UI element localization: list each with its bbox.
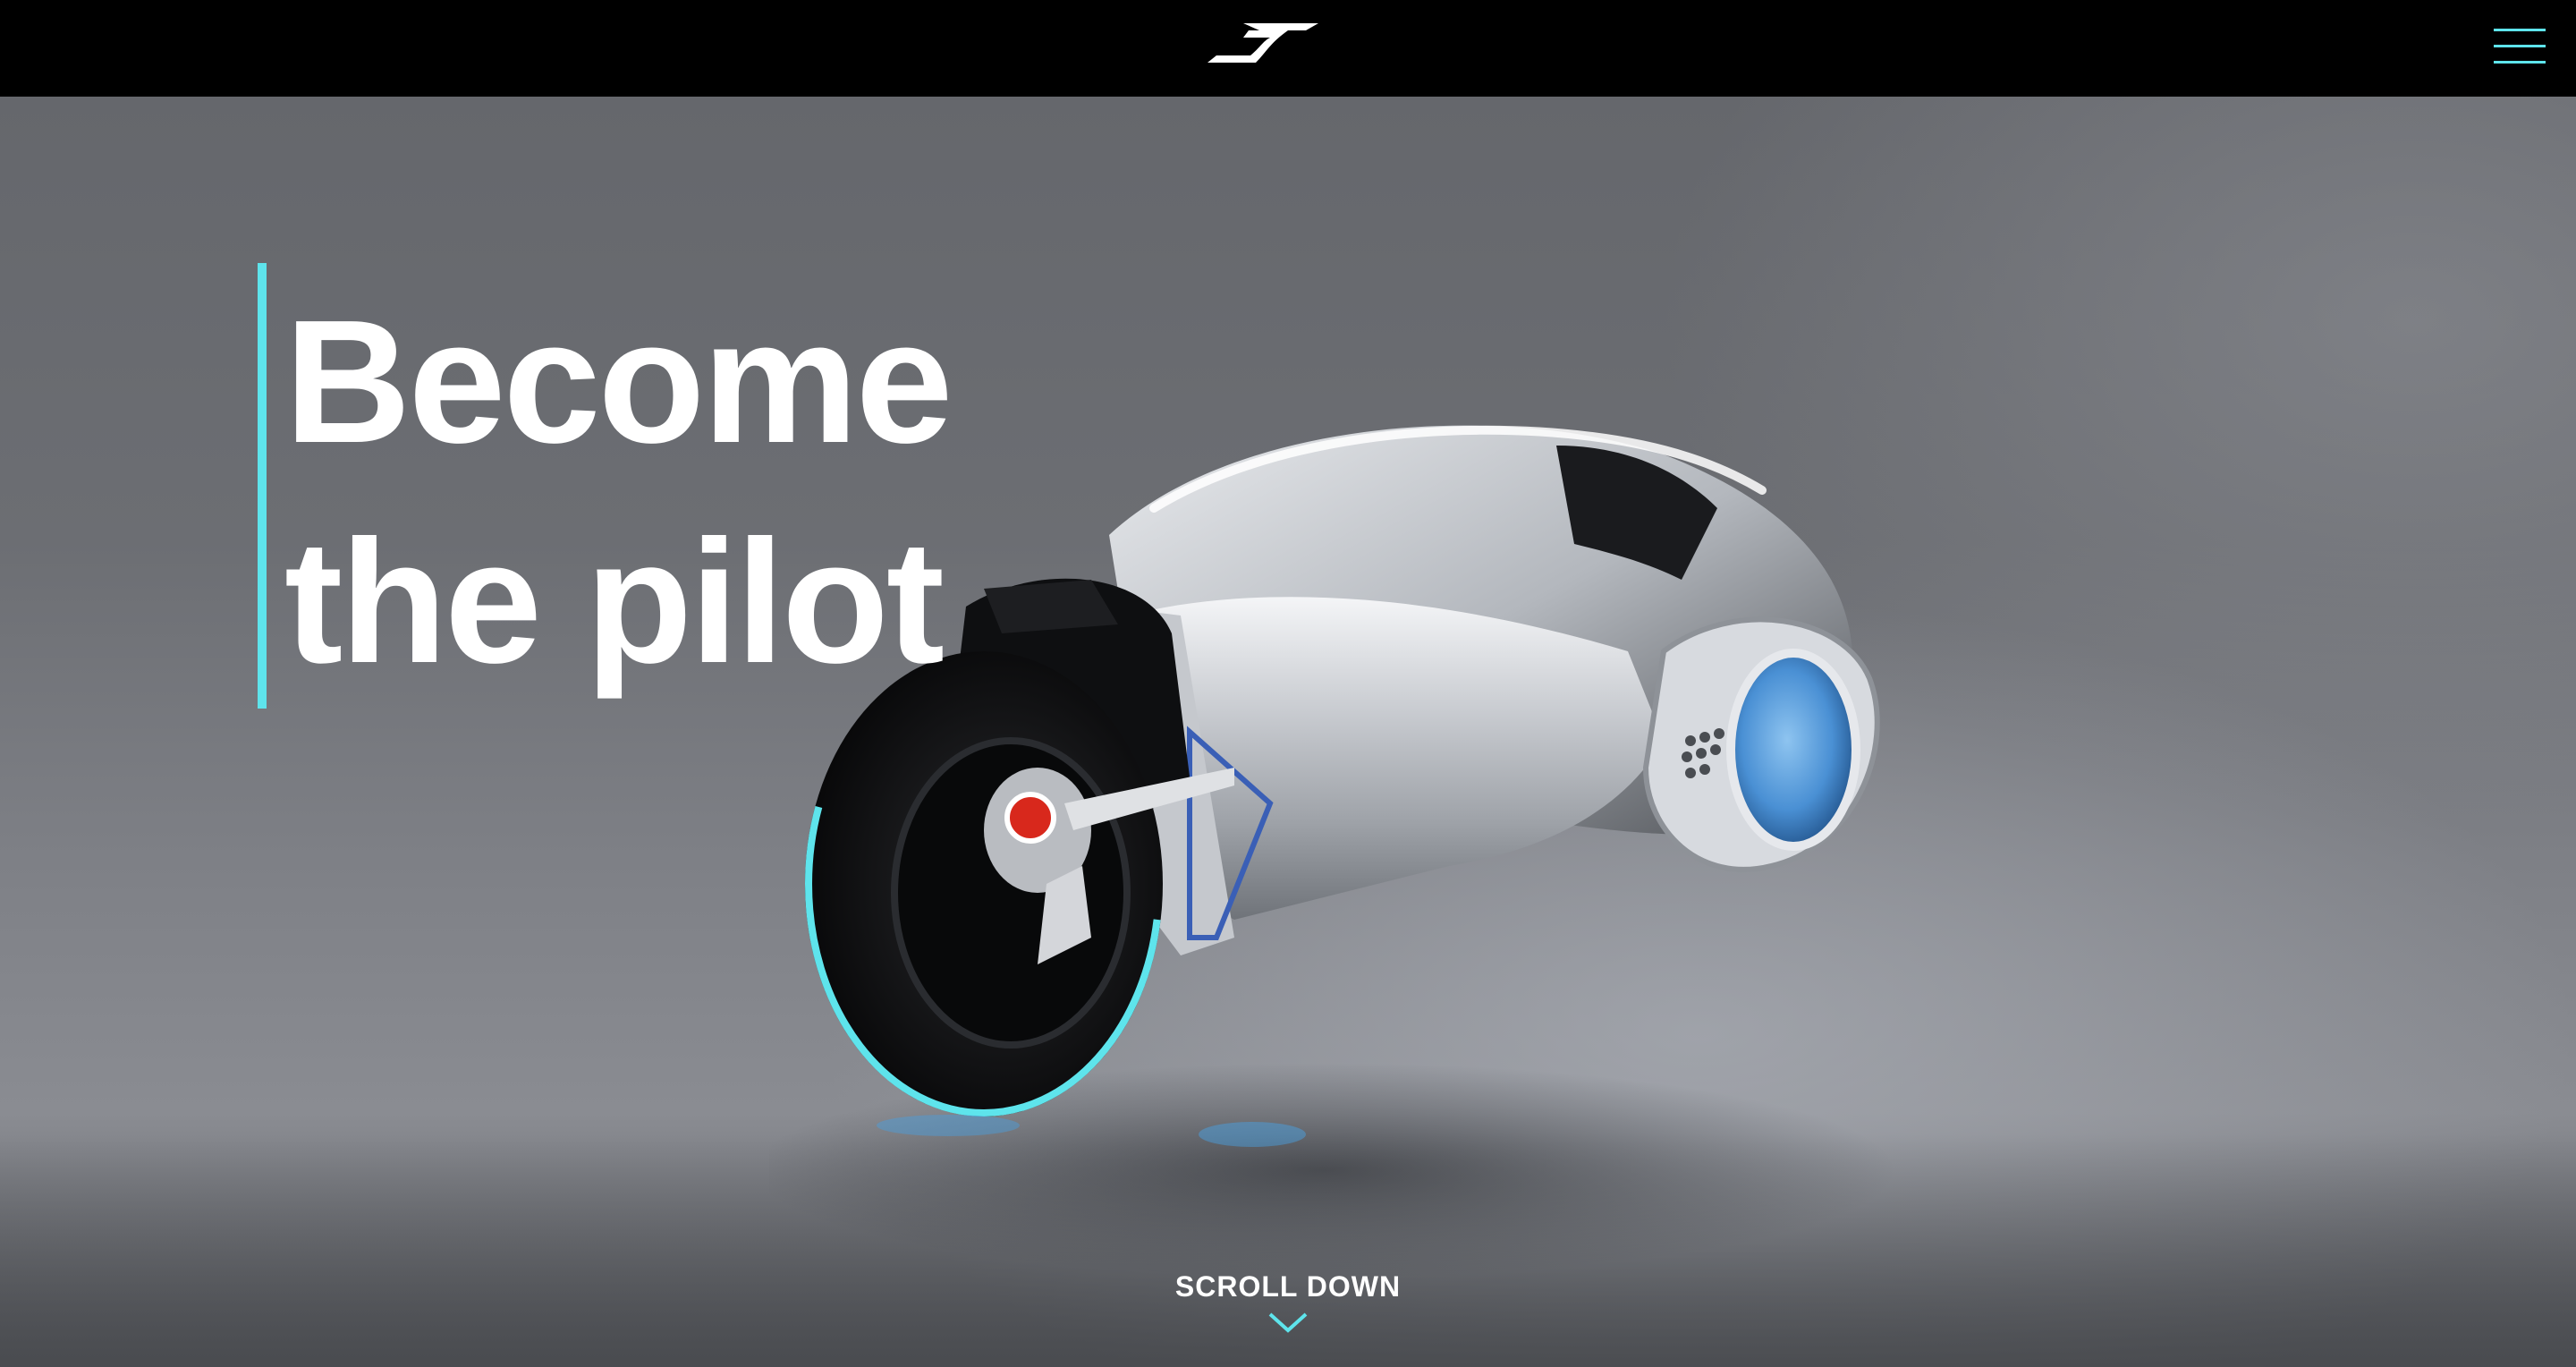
menu-line	[2494, 45, 2546, 47]
headline-line-2: the pilot	[284, 504, 945, 700]
top-navigation-bar	[0, 0, 2576, 97]
scroll-down-label: SCROLL DOWN	[1174, 1270, 1402, 1303]
landing-page: Become the pilot SCROLL DOWN	[0, 0, 2576, 1367]
hero-section: Become the pilot SCROLL DOWN	[0, 97, 2576, 1367]
menu-line	[2494, 61, 2546, 64]
hamburger-menu-icon[interactable]	[2492, 23, 2549, 70]
headline-line-1: Become	[284, 284, 953, 480]
brand-logo-icon[interactable]	[1208, 21, 1318, 70]
scroll-down-button[interactable]: SCROLL DOWN	[1154, 1270, 1422, 1336]
headline-accent-bar	[258, 263, 267, 709]
chevron-down-icon	[1268, 1312, 1308, 1333]
hero-headline: Become the pilot	[284, 272, 953, 712]
menu-line	[2494, 29, 2546, 31]
